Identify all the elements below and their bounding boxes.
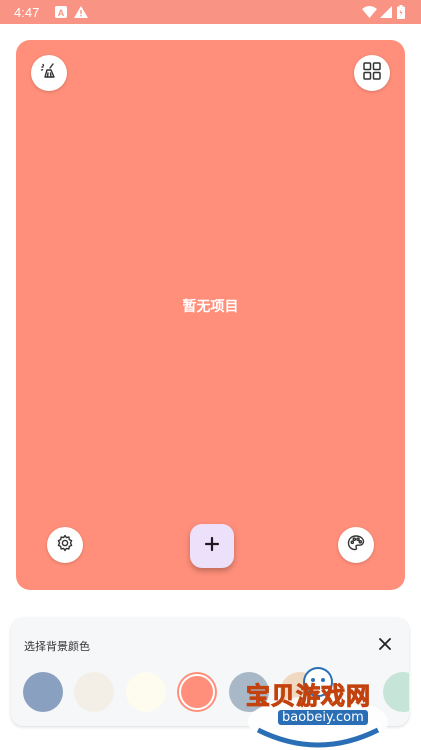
clear-brush-icon	[39, 61, 59, 85]
settings-icon	[55, 533, 75, 557]
palette-button[interactable]	[338, 527, 374, 563]
close-button[interactable]	[377, 636, 393, 652]
settings-button[interactable]	[47, 527, 83, 563]
status-time: 4:47	[14, 5, 40, 20]
watermark: 宝贝游戏网 baobeiy.com	[238, 660, 418, 750]
battery-icon	[397, 5, 405, 22]
watermark-url: baobeiy.com	[278, 710, 368, 725]
signal-icon	[380, 6, 392, 21]
empty-state-text: 暂无项目	[182, 299, 239, 315]
note-board-card[interactable]: 暂无项目	[16, 40, 405, 590]
plus-icon	[204, 536, 220, 556]
color-swatch[interactable]	[126, 672, 166, 712]
color-swatch[interactable]	[74, 672, 114, 712]
add-item-button[interactable]	[190, 524, 234, 568]
close-icon	[377, 637, 393, 656]
status-bar: 4:47 A	[0, 0, 421, 24]
warning-icon	[74, 6, 88, 21]
color-swatch-selected[interactable]	[177, 672, 217, 712]
panel-title: 选择背景颜色	[24, 640, 90, 653]
grid-view-icon	[362, 61, 382, 85]
wifi-icon	[362, 6, 377, 21]
clear-button[interactable]	[31, 55, 67, 91]
color-swatch[interactable]	[23, 672, 63, 712]
grid-view-button[interactable]	[354, 55, 390, 91]
palette-icon	[346, 533, 366, 557]
watermark-text: 宝贝游戏网	[246, 682, 371, 711]
svg-text:A: A	[58, 8, 65, 18]
notification-a-icon: A	[55, 6, 67, 21]
